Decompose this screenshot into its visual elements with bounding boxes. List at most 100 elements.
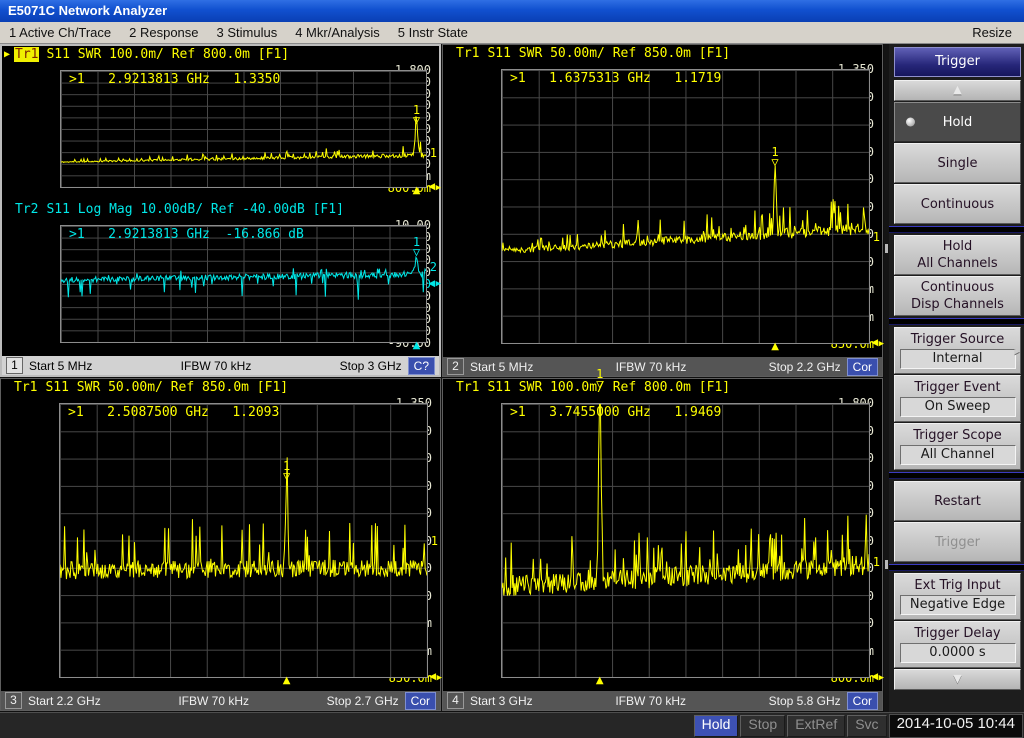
trace-section: Tr1S11 SWR 50.00m/ Ref 850.0m [F1]1.3501… xyxy=(443,45,882,357)
channel-number: 4 xyxy=(447,692,464,709)
menu-item-2[interactable]: 2 Response xyxy=(120,22,207,44)
trace-polyline xyxy=(502,404,869,677)
menu-resize[interactable]: Resize xyxy=(960,25,1024,40)
trace-header[interactable]: Tr1S11 SWR 100.0m/ Ref 800.0m [F1] xyxy=(443,379,882,396)
channel-3-window[interactable]: Tr1S11 SWR 50.00m/ Ref 850.0m [F1]1.3501… xyxy=(0,378,441,711)
trace-header[interactable]: Tr1 S11 SWR 50.00m/ Ref 850.0m [F1] xyxy=(443,45,882,62)
menu-item-3[interactable]: 3 Stimulus xyxy=(208,22,287,44)
channel-status-bar: 2Start 5 MHzIFBW 70 kHzStop 2.2 GHzCor xyxy=(443,357,882,376)
submenu-arrow-icon: ▸ xyxy=(1014,344,1020,357)
menu-bar: 1 Active Ch/Trace2 Response3 Stimulus4 M… xyxy=(0,22,1024,44)
trace-section: Tr1S11 SWR 50.00m/ Ref 850.0m [F1]1.3501… xyxy=(1,379,440,691)
scroll-tick-icon xyxy=(885,244,888,253)
softkey-ext-trig-input[interactable]: Ext Trig InputNegative Edge xyxy=(894,573,1021,620)
start-frequency: Start 2.2 GHz xyxy=(28,694,101,708)
active-trace-arrow-icon: ▶ xyxy=(4,49,14,60)
channel-number: 3 xyxy=(5,692,22,709)
softkey-label: Continuous xyxy=(921,280,994,295)
softkey-value: Negative Edge xyxy=(900,595,1016,615)
plot-area-channel1[interactable]: >1 2.9213813 GHz -16.866 dB1▽2▲◀ xyxy=(60,225,427,343)
channel-status-bar: 4Start 3 GHzIFBW 70 kHzStop 5.8 GHzCor xyxy=(443,691,882,710)
menu-item-4[interactable]: 4 Mkr/Analysis xyxy=(286,22,389,44)
marker-flag: 1▽ xyxy=(283,461,290,481)
channel-status-bar: 3Start 2.2 GHzIFBW 70 kHzStop 2.7 GHzCor xyxy=(1,691,440,710)
trace-polyline xyxy=(61,226,426,342)
calibration-badge: Cor xyxy=(847,358,878,376)
stop-frequency: Stop 5.8 GHz xyxy=(769,694,841,708)
softkey-menu-title: Trigger xyxy=(894,47,1021,77)
softkey-label: Continuous xyxy=(921,197,994,212)
softkey-continuous[interactable]: Continuous xyxy=(894,184,1021,224)
softkey-scroll-down-button[interactable]: ▼ xyxy=(894,669,1021,690)
marker-readout: >1 1.6375313 GHz 1.1719 xyxy=(510,71,721,86)
plot-area-channel1[interactable]: >1 2.9213813 GHz 1.33501▽1▲◀ xyxy=(60,70,427,188)
calibration-badge: Cor xyxy=(847,692,878,710)
trace-number-indicator: 2 xyxy=(430,260,437,274)
marker-flag: 1▽ xyxy=(596,369,603,389)
softkey-trigger-source[interactable]: Trigger SourceInternal▸ xyxy=(894,327,1021,374)
softkey-trigger-event[interactable]: Trigger EventOn Sweep xyxy=(894,375,1021,422)
marker-stimulus-icon: ▲ xyxy=(771,341,779,352)
softkey-restart[interactable]: Restart xyxy=(894,481,1021,521)
trace-number-indicator: 1 xyxy=(431,534,438,548)
softkey-separator xyxy=(889,564,1024,571)
clock: 2014-10-05 10:44 xyxy=(889,714,1023,738)
channel-1-window[interactable]: ▶Tr1S11 SWR 100.0m/ Ref 800.0m [F1]1.800… xyxy=(0,44,441,377)
softkey-separator xyxy=(889,318,1024,325)
channel-4-window[interactable]: Tr1S11 SWR 100.0m/ Ref 800.0m [F1]1.8001… xyxy=(442,378,883,711)
plot-area-channel4[interactable]: >1 3.7455000 GHz 1.94691▽1▲◀ xyxy=(501,403,870,678)
ref-level-arrow-icon: ▶ xyxy=(436,279,441,289)
trace-header[interactable]: Tr2S11 Log Mag 10.00dB/ Ref -40.00dB [F1… xyxy=(2,201,439,218)
softkey-label: Trigger Scope xyxy=(913,428,1002,443)
calibration-badge: Cor xyxy=(405,692,436,710)
ref-level-arrow-icon: ◀ xyxy=(429,672,436,682)
trace-name: Tr1 xyxy=(455,46,480,61)
marker-flag: 1▽ xyxy=(413,105,420,125)
ref-level-arrow-icon: ▶ xyxy=(436,183,441,193)
marker-triangle-icon: ▽ xyxy=(283,471,290,481)
menu-item-5[interactable]: 5 Instr State xyxy=(389,22,477,44)
softkey-separator xyxy=(889,226,1024,233)
trace-header[interactable]: ▶Tr1 S11 SWR 100.0m/ Ref 800.0m [F1] xyxy=(2,46,439,63)
marker-flag: 1▽ xyxy=(771,147,778,167)
ref-level-arrow-icon: ◀ xyxy=(428,182,435,192)
analyzer-screen: E5071C Network Analyzer 1 Active Ch/Trac… xyxy=(0,0,1024,738)
softkey-trigger-scope[interactable]: Trigger ScopeAll Channel xyxy=(894,423,1021,470)
trace-format-label: S11 SWR 100.0m/ Ref 800.0m [F1] xyxy=(46,47,289,62)
ifbw-label: IFBW 70 kHz xyxy=(181,359,252,373)
softkey-label: Hold xyxy=(943,115,973,130)
softkey-continuous-disp-channels[interactable]: ContinuousDisp Channels xyxy=(894,276,1021,316)
marker-readout: >1 2.5087500 GHz 1.2093 xyxy=(68,405,279,420)
softkey-scroll-up-button[interactable]: ▲ xyxy=(894,80,1021,101)
marker-triangle-icon: ▽ xyxy=(413,115,420,125)
trace-polyline xyxy=(60,404,427,677)
softkey-separator xyxy=(889,472,1024,479)
channel-number: 2 xyxy=(447,358,464,375)
ref-level-arrow-icon: ◀ xyxy=(871,672,878,682)
softkey-single[interactable]: Single xyxy=(894,143,1021,183)
marker-triangle-icon: ▽ xyxy=(413,247,420,257)
channel-windows-area: ▶ Tr1S11 SWR 100.0m/ Ref 800.0m [F1]1.800… xyxy=(0,44,884,712)
softkey-trigger-delay[interactable]: Trigger Delay0.0000 s xyxy=(894,621,1021,668)
softkey-hold-all-channels[interactable]: HoldAll Channels xyxy=(894,235,1021,275)
softkey-value: 0.0000 s xyxy=(900,643,1016,663)
softkey-sidebar: Trigger ▲ Hold Single Continuous HoldAll Cha… xyxy=(884,44,1024,712)
ref-level-arrow-icon: ◀ xyxy=(871,338,878,348)
trace-header[interactable]: Tr1S11 SWR 50.00m/ Ref 850.0m [F1] xyxy=(1,379,440,396)
trace-name: Tr1 xyxy=(13,380,38,395)
trace-format-label: S11 SWR 50.00m/ Ref 850.0m [F1] xyxy=(487,46,730,61)
calibration-badge: C? xyxy=(408,357,435,375)
channel-2-window[interactable]: Tr1S11 SWR 50.00m/ Ref 850.0m [F1]1.3501… xyxy=(442,44,883,377)
softkey-label: Single xyxy=(938,156,978,171)
marker-stimulus-icon: ▲ xyxy=(596,675,604,686)
status-indicator-svc: Svc xyxy=(847,715,886,737)
trace-name: Tr1 xyxy=(14,47,39,62)
softkey-hold[interactable]: Hold xyxy=(894,102,1021,142)
radio-bullet-icon xyxy=(906,118,915,127)
menu-item-1[interactable]: 1 Active Ch/Trace xyxy=(0,22,120,44)
start-frequency: Start 5 MHz xyxy=(29,359,92,373)
softkey-trigger: Trigger xyxy=(894,522,1021,562)
plot-area-channel3[interactable]: >1 2.5087500 GHz 1.20931▽1▲◀ xyxy=(59,403,428,678)
stop-frequency: Stop 2.2 GHz xyxy=(769,360,841,374)
plot-area-channel2[interactable]: >1 1.6375313 GHz 1.17191▽1▲◀ xyxy=(501,69,870,344)
